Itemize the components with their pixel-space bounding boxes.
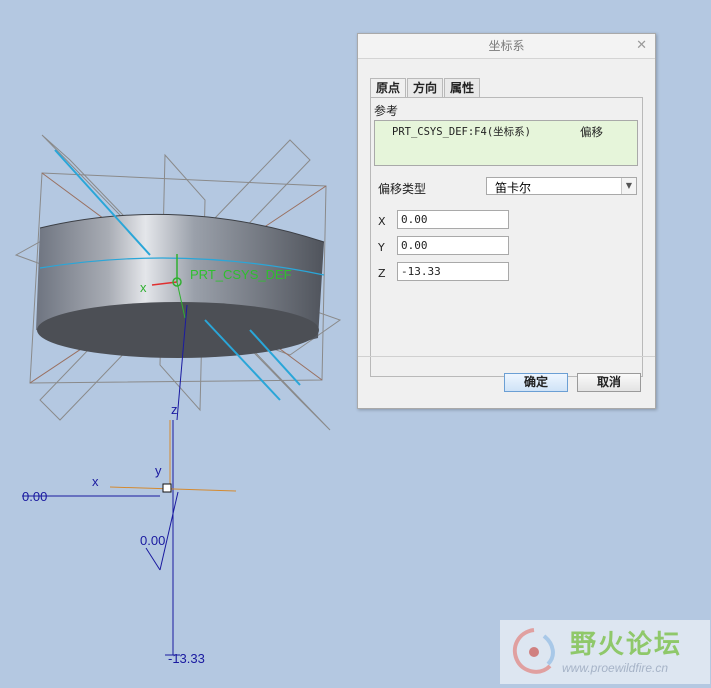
x-label: X bbox=[378, 215, 386, 228]
dimension-y: 0.00 bbox=[140, 533, 165, 548]
axis-y-label: y bbox=[155, 463, 162, 478]
offset-type-select[interactable]: 笛卡尔 ▼ bbox=[486, 177, 637, 195]
watermark-logo-icon bbox=[512, 628, 555, 674]
ok-button[interactable]: 确定 bbox=[504, 373, 568, 392]
dialog-title: 坐标系 bbox=[488, 39, 525, 53]
close-icon[interactable]: ✕ bbox=[636, 34, 647, 58]
divider bbox=[358, 356, 655, 357]
csys-x-label: x bbox=[140, 280, 147, 295]
y-offset-input[interactable]: 0.00 bbox=[397, 236, 509, 255]
reference-item[interactable]: PRT_CSYS_DEF:F4(坐标系) bbox=[392, 124, 531, 139]
watermark: 野火论坛 www.proewildfire.cn bbox=[500, 620, 710, 684]
tab-properties[interactable]: 属性 bbox=[444, 78, 481, 98]
x-offset-input[interactable]: 0.00 bbox=[397, 210, 509, 229]
tab-orientation[interactable]: 方向 bbox=[407, 78, 444, 98]
dialog-tabs: 原点 方向 属性 bbox=[370, 78, 481, 99]
reference-label: 参考 bbox=[374, 104, 399, 118]
z-label: Z bbox=[378, 267, 386, 280]
dimension-x: 0.00 bbox=[22, 489, 47, 504]
watermark-url: www.proewildfire.cn bbox=[562, 661, 669, 675]
offset-dimension-labels[interactable]: z x y 0.00 0.00 -13.33 bbox=[22, 402, 205, 666]
csys-label: PRT_CSYS_DEF bbox=[190, 267, 292, 282]
reference-collector[interactable]: PRT_CSYS_DEF:F4(坐标系) 偏移 bbox=[374, 120, 638, 166]
axis-z-label: z bbox=[171, 402, 178, 417]
cylinder-part[interactable] bbox=[36, 213, 325, 358]
offset-type-value: 笛卡尔 bbox=[495, 181, 532, 195]
csys-dialog: 坐标系 ✕ 原点 方向 属性 参考 PRT_CSYS_DEF:F4(坐标系) 偏… bbox=[357, 33, 656, 409]
dialog-titlebar[interactable]: 坐标系 ✕ bbox=[358, 34, 655, 59]
z-offset-input[interactable]: -13.33 bbox=[397, 262, 509, 281]
cancel-button[interactable]: 取消 bbox=[577, 373, 641, 392]
offset-type-label: 偏移类型 bbox=[378, 182, 427, 196]
dimension-z: -13.33 bbox=[168, 651, 205, 666]
watermark-title: 野火论坛 bbox=[570, 630, 683, 660]
axis-x-label: x bbox=[92, 474, 99, 489]
y-label: Y bbox=[378, 241, 385, 254]
chevron-down-icon[interactable]: ▼ bbox=[621, 178, 636, 194]
reference-type[interactable]: 偏移 bbox=[580, 124, 603, 140]
tab-origin[interactable]: 原点 bbox=[370, 78, 407, 99]
